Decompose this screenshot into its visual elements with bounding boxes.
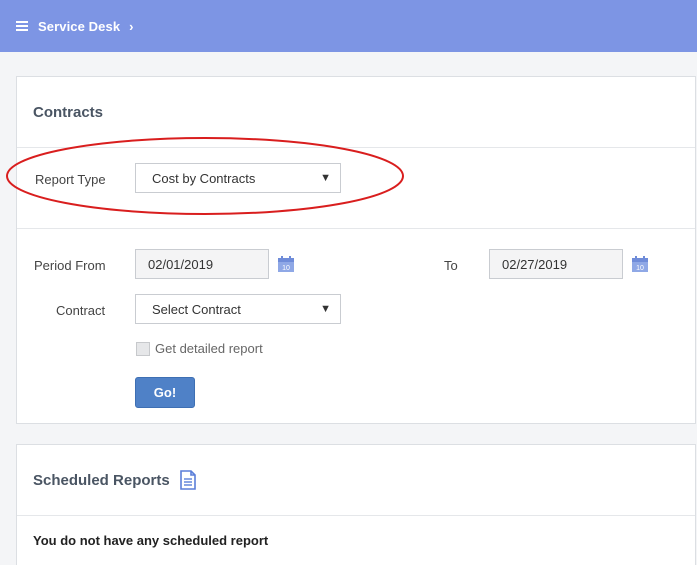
hamburger-icon[interactable] — [16, 21, 28, 31]
to-label: To — [444, 258, 458, 273]
scheduled-reports-title: Scheduled Reports — [33, 471, 170, 489]
scheduled-reports-card: Scheduled Reports You do not have any sc… — [16, 444, 696, 565]
report-type-value: Cost by Contracts — [152, 170, 256, 186]
contracts-header: Contracts — [17, 77, 695, 148]
contracts-card: Contracts Report Type Cost by Contracts … — [16, 76, 696, 424]
period-from-input[interactable]: 02/01/2019 — [135, 249, 269, 279]
dropdown-arrow-icon: ▼ — [320, 303, 331, 315]
scheduled-reports-header: Scheduled Reports — [17, 445, 695, 516]
dropdown-arrow-icon: ▼ — [320, 172, 331, 184]
breadcrumb-service-desk[interactable]: Service Desk — [38, 19, 120, 34]
detailed-report-label: Get detailed report — [155, 341, 263, 356]
top-bar: Service Desk › — [0, 0, 697, 52]
calendar-icon[interactable]: 10 — [277, 255, 295, 273]
calendar-day-text: 10 — [282, 265, 290, 272]
period-from-label: Period From — [34, 258, 106, 273]
calendar-icon[interactable]: 10 — [631, 255, 649, 273]
contract-value: Select Contract — [152, 301, 241, 317]
contract-label: Contract — [56, 303, 106, 318]
chevron-right-icon: › — [129, 18, 134, 34]
contract-select[interactable]: Select Contract ▼ — [135, 294, 341, 324]
report-type-select[interactable]: Cost by Contracts ▼ — [135, 163, 341, 193]
period-from-value: 02/01/2019 — [148, 256, 214, 272]
report-type-label: Report Type — [35, 172, 106, 187]
contracts-title: Contracts — [33, 103, 104, 121]
calendar-day-text: 10 — [636, 265, 644, 272]
document-icon[interactable] — [178, 470, 198, 490]
period-to-input[interactable]: 02/27/2019 — [489, 249, 623, 279]
period-to-value: 02/27/2019 — [502, 256, 568, 272]
empty-scheduled-message: You do not have any scheduled report — [33, 533, 269, 548]
detailed-report-checkbox[interactable] — [136, 342, 150, 356]
go-button[interactable]: Go! — [135, 377, 195, 408]
section-divider — [17, 228, 695, 229]
